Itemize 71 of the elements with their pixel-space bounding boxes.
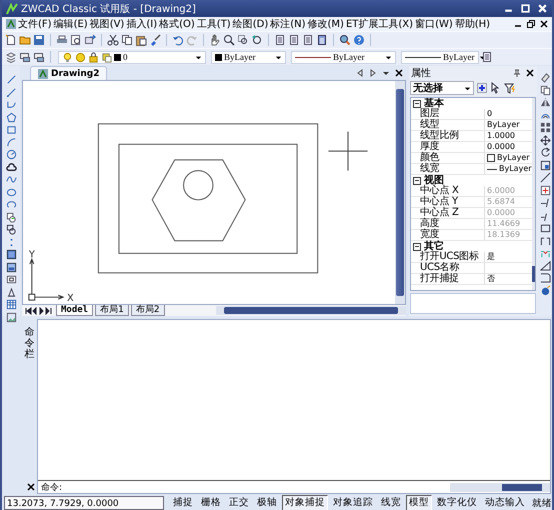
property-name: UCS名称 <box>420 263 485 273</box>
linetype-value: ByLayer <box>333 52 364 62</box>
lineweight-value: ByLayer <box>443 52 474 62</box>
window-title: ZWCAD Classic 试用版 - [Drawing2] <box>21 2 196 16</box>
property-name: 高度 <box>420 219 485 229</box>
status-toggle[interactable]: 线宽 <box>378 495 404 510</box>
property-value: 1.0000 <box>487 131 515 141</box>
drawing-tab[interactable]: Drawing2 <box>30 66 106 80</box>
property-value: 是 <box>487 252 495 262</box>
menu-item[interactable]: 工具(T) <box>196 17 232 31</box>
status-text: 就绪 <box>531 496 552 510</box>
status-toggle[interactable]: 正交 <box>226 495 252 510</box>
status-toggle[interactable]: 数字化仪 <box>434 495 480 510</box>
section-heading: 其它 <box>424 241 444 252</box>
menu-item[interactable]: 标注(N) <box>269 17 307 31</box>
property-value: ByLayer <box>497 153 530 163</box>
property-name: 图层 <box>420 109 485 119</box>
layout-tab[interactable]: Model <box>56 305 94 316</box>
status-toggle[interactable]: 极轴 <box>254 495 280 510</box>
property-value: 0 <box>487 109 492 119</box>
selection-dropdown[interactable]: 无选择 <box>410 81 474 95</box>
menu-item[interactable]: 窗口(W) <box>414 17 454 31</box>
menu-item[interactable]: 插入(I) <box>125 17 158 31</box>
status-toggle[interactable]: 栅格 <box>198 495 224 510</box>
property-name: 线宽 <box>420 164 485 174</box>
property-name: 厚度 <box>420 142 485 152</box>
layer-dropdown[interactable]: 0 <box>58 50 206 64</box>
menu-item[interactable]: 格式(O) <box>158 17 196 31</box>
status-toggle[interactable]: 对象捕捉 <box>282 495 328 510</box>
property-value: ByLayer <box>487 120 520 130</box>
property-value: 5.6874 <box>487 197 515 207</box>
color-dropdown[interactable]: ByLayer <box>211 50 286 64</box>
coordinates-display: 13.2073, 7.7929, 0.0000 <box>4 496 164 510</box>
command-prompt: 命令: <box>40 482 62 494</box>
property-name: 中心点 Y <box>420 197 485 207</box>
menu-item[interactable]: 文件(F) <box>17 17 53 31</box>
menu-item[interactable]: 修改(M) <box>306 17 345 31</box>
layout-tab[interactable]: 布局2 <box>130 305 165 316</box>
property-name: 线型 <box>420 120 485 130</box>
property-value: ByLayer <box>499 164 532 174</box>
property-value: 0.0000 <box>487 208 515 218</box>
property-name: 颜色 <box>420 153 485 163</box>
linetype-dropdown[interactable]: ByLayer <box>291 50 396 64</box>
property-value: 6.0000 <box>487 186 515 196</box>
y-axis-label: Y <box>28 249 35 260</box>
property-name: 中心点 Z <box>420 208 485 218</box>
property-value: 0.0000 <box>487 142 515 152</box>
layer-name: 0 <box>123 52 128 62</box>
property-name: 打开UCS图标 <box>420 252 485 262</box>
status-toggle[interactable]: 对象追踪 <box>330 495 376 510</box>
menu-item[interactable]: 编辑(E) <box>52 17 89 31</box>
status-toggle[interactable]: 捕捉 <box>170 495 196 510</box>
menu-item[interactable]: 帮助(H) <box>454 17 492 31</box>
property-name: 中心点 X <box>420 186 485 196</box>
layout-tab[interactable]: 布局1 <box>95 305 129 316</box>
property-value: 18.1369 <box>487 230 520 240</box>
menu-item[interactable]: ET扩展工具(X) <box>344 17 414 31</box>
menu-item[interactable]: 视图(V) <box>88 17 126 31</box>
color-value: ByLayer <box>224 52 256 62</box>
property-name: 打开捕捉 <box>420 274 485 284</box>
property-value: 否 <box>487 274 495 284</box>
x-axis-label: X <box>67 293 74 304</box>
property-name: 宽度 <box>420 230 485 240</box>
menu-item[interactable]: 绘图(D) <box>232 17 270 31</box>
panel-label: 命令栏 <box>24 327 34 360</box>
status-toggle[interactable]: 动态输入 <box>482 495 528 510</box>
property-name: 线型比例 <box>420 131 485 141</box>
property-value: 11.4669 <box>487 219 520 229</box>
panel-title: 属性 <box>411 66 431 80</box>
section-heading: 视图 <box>424 175 444 186</box>
status-toggle[interactable]: 模型 <box>406 495 432 510</box>
